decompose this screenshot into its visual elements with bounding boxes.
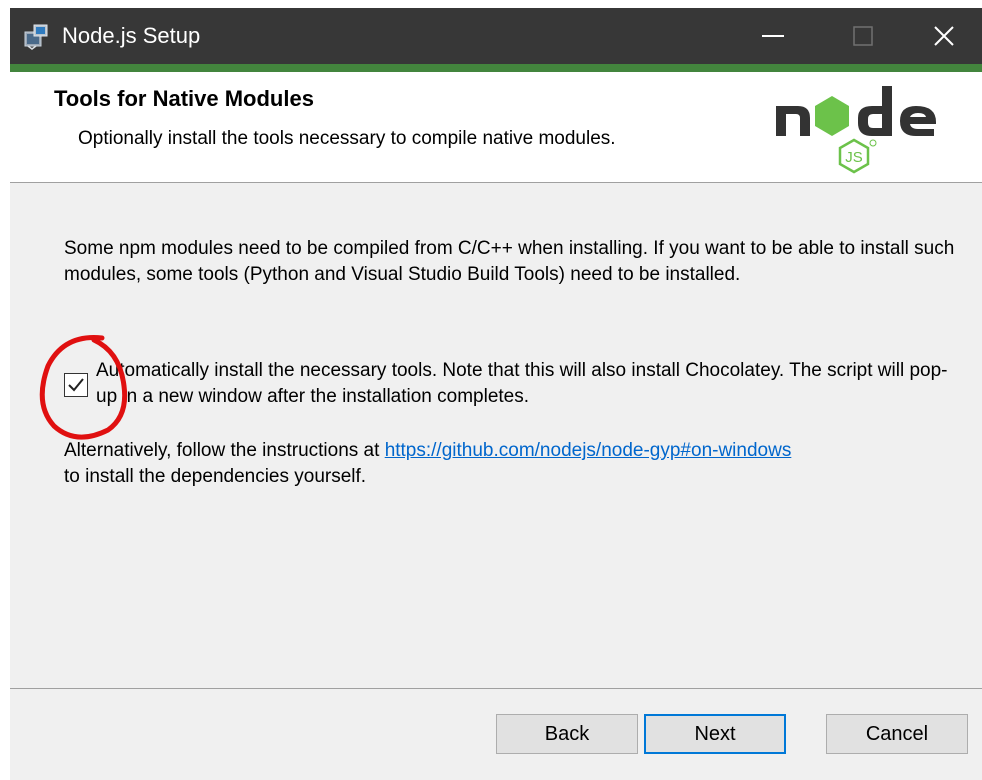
minimize-icon	[762, 35, 784, 37]
node-gyp-link[interactable]: https://github.com/nodejs/node-gyp#on-wi…	[385, 440, 792, 461]
close-icon	[934, 26, 954, 46]
cancel-button[interactable]: Cancel	[826, 714, 968, 754]
page-title: Tools for Native Modules	[54, 86, 314, 111]
nodejs-logo: JS	[776, 86, 936, 174]
page-subtitle: Optionally install the tools necessary t…	[78, 128, 616, 149]
install-tools-label[interactable]: Automatically install the necessary tool…	[96, 358, 956, 410]
install-tools-checkbox[interactable]	[64, 373, 88, 397]
back-button[interactable]: Back	[496, 714, 638, 754]
alternative-suffix: to install the dependencies yourself.	[64, 466, 367, 487]
next-button[interactable]: Next	[644, 714, 786, 754]
minimize-button[interactable]	[728, 8, 818, 64]
maximize-button	[818, 8, 908, 64]
setup-window: Node.js Setup Tools for Native Modules O…	[10, 8, 982, 780]
checkmark-icon	[68, 378, 84, 392]
title-bar[interactable]: Node.js Setup	[10, 8, 982, 64]
alternative-prefix: Alternatively, follow the instructions a…	[64, 440, 385, 461]
installer-icon	[24, 24, 48, 50]
window-title: Node.js Setup	[62, 23, 201, 48]
svg-text:JS: JS	[845, 149, 863, 166]
accent-bar	[10, 64, 982, 72]
alternative-text: Alternatively, follow the instructions a…	[64, 438, 964, 490]
maximize-icon	[853, 26, 873, 46]
footer-divider	[10, 688, 982, 689]
close-button[interactable]	[906, 8, 982, 64]
page-header: Tools for Native Modules Optionally inst…	[10, 72, 982, 183]
description-text: Some npm modules need to be compiled fro…	[64, 238, 955, 285]
